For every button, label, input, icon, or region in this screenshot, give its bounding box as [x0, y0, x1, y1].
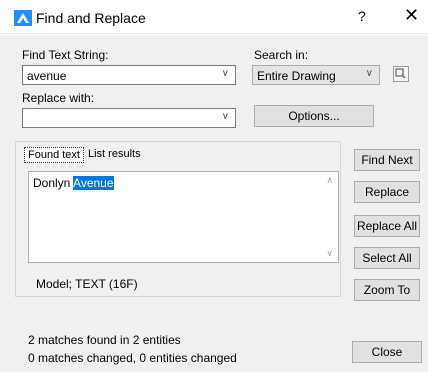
- select-objects-button[interactable]: [393, 66, 409, 82]
- app-icon: [14, 10, 32, 26]
- find-next-button[interactable]: Find Next: [354, 149, 420, 171]
- chevron-down-icon[interactable]: ∨: [222, 68, 229, 79]
- select-all-button[interactable]: Select All: [354, 247, 420, 269]
- find-next-label: Find Next: [361, 153, 413, 167]
- find-text-value: avenue: [27, 69, 67, 83]
- tab-found-text[interactable]: Found text: [24, 147, 84, 163]
- status-matches-found: 2 matches found in 2 entities: [28, 333, 181, 347]
- close-button-label: Close: [371, 345, 403, 359]
- replace-all-button[interactable]: Replace All: [354, 215, 420, 237]
- zoom-to-button[interactable]: Zoom To: [354, 279, 420, 301]
- replace-label-btn: Replace: [364, 185, 410, 199]
- options-button[interactable]: Options...: [254, 105, 374, 127]
- found-text-highlight: Avenue: [73, 176, 114, 190]
- help-button[interactable]: ?: [358, 8, 366, 24]
- search-in-select[interactable]: Entire Drawing ∨: [252, 65, 380, 85]
- status-matches-changed: 0 matches changed, 0 entities changed: [28, 351, 237, 365]
- zoom-to-label: Zoom To: [363, 283, 411, 297]
- tab-list-results[interactable]: List results: [85, 147, 144, 163]
- replace-button[interactable]: Replace: [354, 181, 420, 203]
- search-in-label: Search in:: [254, 48, 309, 62]
- window-title: Find and Replace: [36, 10, 146, 26]
- scroll-up-icon[interactable]: ∧: [326, 175, 333, 186]
- chevron-down-icon[interactable]: ∨: [366, 68, 373, 79]
- find-text-combobox[interactable]: avenue ∨: [22, 65, 236, 85]
- replace-with-combobox[interactable]: ∨: [22, 108, 236, 128]
- dialog-body: Find Text String: avenue ∨ Search in: En…: [0, 35, 428, 372]
- search-in-value: Entire Drawing: [257, 69, 336, 83]
- context-label: Model; TEXT (16F): [36, 277, 138, 291]
- found-text-prefix: Donlyn: [33, 176, 74, 190]
- select-objects-icon: [395, 68, 406, 80]
- options-button-label: Options...: [288, 109, 340, 123]
- chevron-down-icon[interactable]: ∨: [222, 111, 229, 122]
- scroll-down-icon[interactable]: ∨: [326, 248, 333, 259]
- select-all-label: Select All: [362, 251, 412, 265]
- close-window-button[interactable]: ✕: [404, 6, 419, 24]
- title-bar: Find and Replace ? ✕: [0, 0, 428, 34]
- replace-all-label: Replace All: [356, 219, 418, 233]
- found-text-content: Donlyn Avenue: [33, 176, 114, 190]
- replace-label: Replace with:: [22, 91, 95, 105]
- close-button[interactable]: Close: [352, 341, 422, 363]
- found-text-box[interactable]: Donlyn Avenue ∧ ∨: [28, 171, 339, 263]
- find-label: Find Text String:: [22, 48, 109, 62]
